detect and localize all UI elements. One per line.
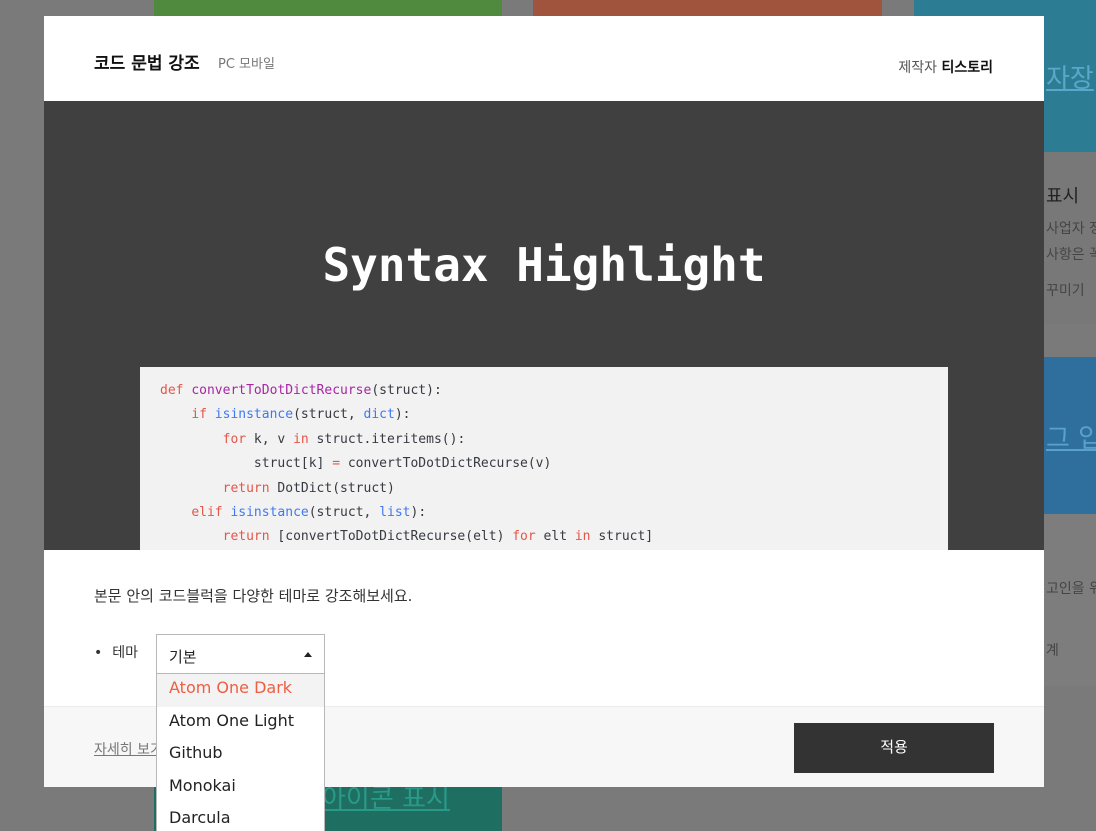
maker-info: 제작자 티스토리 xyxy=(898,57,993,77)
bg-card-orange xyxy=(533,0,882,16)
theme-option-atom-one-dark[interactable]: Atom One Dark xyxy=(157,674,324,707)
platform-label: PC 모바일 xyxy=(218,57,275,72)
theme-option-atom-one-light[interactable]: Atom One Light xyxy=(157,707,324,740)
code-line: elif isinstance(struct, list): xyxy=(191,505,427,521)
bg-text-5: 꾸미기 xyxy=(1046,283,1085,299)
modal-title: 코드 문법 강조 xyxy=(94,54,200,74)
theme-option-github[interactable]: Github xyxy=(157,739,324,772)
caret-up-icon xyxy=(304,652,312,657)
preview-title: Syntax Highlight xyxy=(322,238,766,292)
theme-option-darcula[interactable]: Darcula xyxy=(157,804,324,831)
bullet-icon: • xyxy=(94,645,103,661)
theme-label: 테마 xyxy=(112,645,139,661)
code-line: def convertToDotDictRecurse(struct): xyxy=(160,383,442,398)
code-line: return [convertToDotDictRecurse(elt) for… xyxy=(222,529,654,545)
bg-text-3: 사업자 정 xyxy=(1046,221,1096,237)
modal-header: 코드 문법 강조 PC 모바일 제작자 티스토리 xyxy=(44,16,1044,101)
bg-title-6: 그 입 xyxy=(1046,424,1096,454)
bg-text-8: 계 xyxy=(1046,643,1059,659)
bg-card-light xyxy=(1044,514,1096,686)
bg-title-1: 자장 xyxy=(1046,64,1094,94)
code-line: for k, v in struct.iteritems(): xyxy=(222,431,466,447)
maker-label: 제작자 xyxy=(898,60,938,76)
bg-heading-2: 표시 xyxy=(1046,186,1080,207)
code-line: if isinstance(struct, dict): xyxy=(191,407,411,423)
code-sample: def convertToDotDictRecurse(struct): if … xyxy=(140,367,948,550)
bg-text-7: 고인을 위 xyxy=(1046,581,1096,597)
plugin-description: 본문 안의 코드블럭을 다양한 테마로 강조해보세요. xyxy=(94,587,413,605)
theme-select[interactable]: 기본 xyxy=(156,634,325,674)
theme-dropdown-list: Atom One Dark Atom One Light Github Mono… xyxy=(156,674,325,831)
apply-button[interactable]: 적용 xyxy=(794,723,994,773)
maker-name: 티스토리 xyxy=(941,60,993,76)
theme-option-row: • 테마 xyxy=(94,642,138,662)
theme-select-value: 기본 xyxy=(169,648,197,666)
preview-image: Syntax Highlight def convertToDotDictRec… xyxy=(44,101,1044,550)
theme-option-monokai[interactable]: Monokai xyxy=(157,772,324,805)
code-line: struct[k] = convertToDotDictRecurse(v) xyxy=(160,456,552,472)
more-info-link[interactable]: 자세히 보기 xyxy=(94,739,163,759)
bg-text-4: 사항은 꼭 xyxy=(1046,247,1096,263)
plugin-modal: 코드 문법 강조 PC 모바일 제작자 티스토리 Syntax Highligh… xyxy=(44,16,1044,787)
bg-card-green xyxy=(154,0,502,16)
code-line: return DotDict(struct) xyxy=(222,480,395,496)
